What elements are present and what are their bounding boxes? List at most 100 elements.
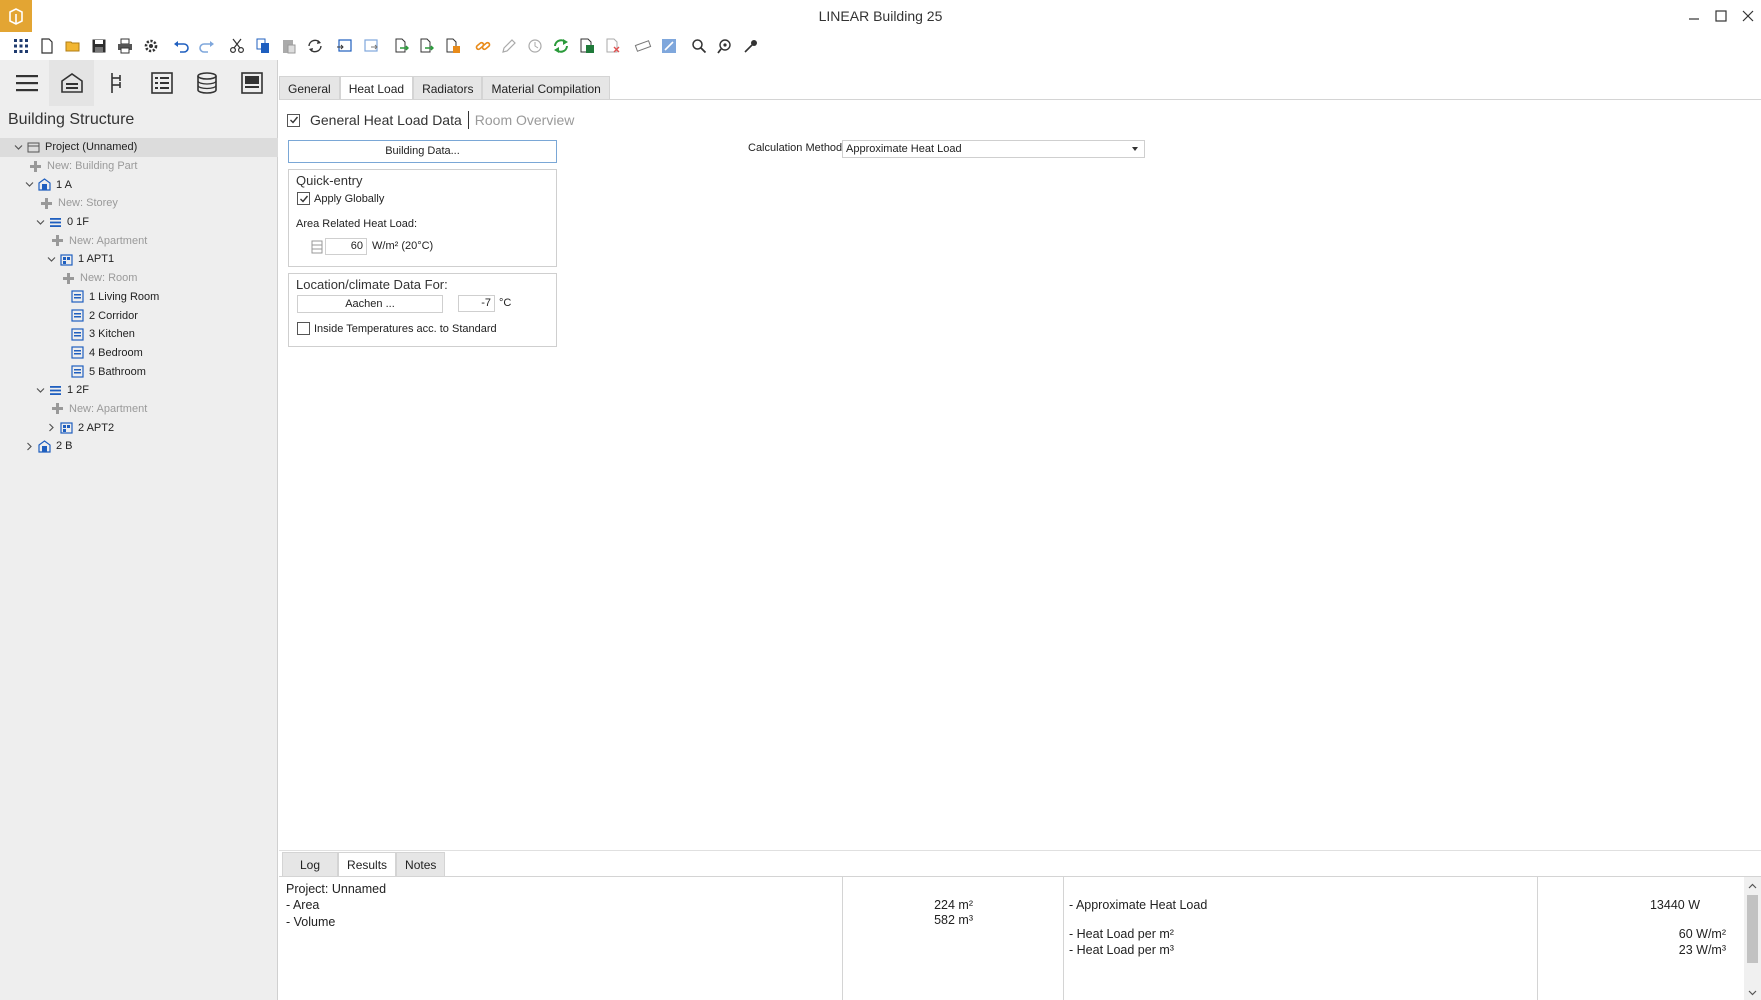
copy-icon[interactable]: [250, 33, 276, 59]
inside-temp-checkbox[interactable]: [297, 322, 310, 335]
new-file-icon[interactable]: [34, 33, 60, 59]
refresh-icon[interactable]: [302, 33, 328, 59]
tab-results[interactable]: Results: [338, 852, 397, 877]
tree-item[interactable]: 0 1F: [0, 213, 278, 232]
sync-icon[interactable]: [548, 33, 574, 59]
inside-temp-row[interactable]: Inside Temperatures acc. to Standard: [297, 322, 497, 335]
tree-item[interactable]: 5 Bathroom: [0, 362, 278, 381]
tree-item[interactable]: 1 APT1: [0, 250, 278, 269]
menu-icon[interactable]: [4, 60, 49, 106]
database-icon[interactable]: [184, 60, 229, 106]
apps-grid-icon[interactable]: [8, 33, 34, 59]
cut-icon[interactable]: [224, 33, 250, 59]
tree-item[interactable]: 1 A: [0, 175, 278, 194]
location-title: Location/climate Data For:: [296, 277, 448, 292]
results-scrollbar[interactable]: [1744, 877, 1761, 1000]
tree-item[interactable]: 3 Kitchen: [0, 325, 278, 344]
eyedropper-icon[interactable]: [738, 33, 764, 59]
zoom-search-icon[interactable]: [712, 33, 738, 59]
redo-icon[interactable]: [194, 33, 220, 59]
tree-item[interactable]: Project (Unnamed): [0, 138, 278, 157]
city-select-button[interactable]: Aachen ...: [297, 295, 443, 313]
apply-globally-checkbox[interactable]: [297, 192, 310, 205]
settings-gear-icon[interactable]: [138, 33, 164, 59]
tree-add-item[interactable]: New: Building Part: [0, 157, 278, 176]
room-overview-link[interactable]: Room Overview: [475, 112, 575, 128]
print-icon[interactable]: [112, 33, 138, 59]
apartment-icon: [59, 421, 73, 435]
chevron-down-icon[interactable]: [45, 253, 57, 265]
tree-item[interactable]: 4 Bedroom: [0, 344, 278, 363]
chevron-down-icon[interactable]: [23, 179, 35, 191]
scroll-up-icon[interactable]: [1744, 879, 1761, 893]
excel-icon[interactable]: [574, 33, 600, 59]
tab-heat-load[interactable]: Heat Load: [339, 76, 414, 100]
building-icon: [37, 178, 51, 192]
general-heat-load-checkbox[interactable]: [287, 113, 300, 127]
building-icon[interactable]: [49, 60, 94, 106]
tab-notes[interactable]: Notes: [396, 852, 446, 877]
tree-add-item[interactable]: New: Storey: [0, 194, 278, 213]
tree-item[interactable]: 2 B: [0, 437, 278, 456]
export-icon[interactable]: [358, 33, 384, 59]
list-icon[interactable]: [139, 60, 184, 106]
panel-icon[interactable]: [229, 60, 274, 106]
apply-globally-row[interactable]: Apply Globally: [297, 192, 384, 205]
tree-add-item[interactable]: New: Apartment: [0, 231, 278, 250]
maximize-button[interactable]: [1707, 0, 1734, 32]
building-data-button[interactable]: Building Data...: [288, 140, 557, 163]
tree-item-label: 4 Bedroom: [89, 346, 143, 359]
tree-add-item[interactable]: New: Apartment: [0, 400, 278, 419]
tree-item-label: New: Room: [80, 272, 138, 285]
apartment-icon: [59, 252, 73, 266]
network-icon[interactable]: [94, 60, 139, 106]
doc-copy-icon[interactable]: [414, 33, 440, 59]
tab-log[interactable]: Log: [282, 852, 339, 877]
tree-item[interactable]: 2 APT2: [0, 418, 278, 437]
close-button[interactable]: [1734, 0, 1761, 32]
tab-general[interactable]: General: [279, 76, 340, 100]
edit-view-icon[interactable]: [656, 33, 682, 59]
tree-item-label: 2 B: [56, 440, 73, 453]
doc-calc-icon[interactable]: [440, 33, 466, 59]
tree-item[interactable]: 2 Corridor: [0, 306, 278, 325]
calculation-method-select[interactable]: Approximate Heat Load: [842, 140, 1145, 158]
open-folder-icon[interactable]: [60, 33, 86, 59]
tree-item[interactable]: 1 2F: [0, 381, 278, 400]
chevron-down-icon[interactable]: [12, 141, 24, 153]
results-per-m2-label: - Heat Load per m²: [1069, 927, 1174, 941]
general-heat-load-link[interactable]: General Heat Load Data: [310, 112, 462, 128]
pencil-icon[interactable]: [496, 33, 522, 59]
doc-arrow-icon[interactable]: [388, 33, 414, 59]
save-icon[interactable]: [86, 33, 112, 59]
paste-icon[interactable]: [276, 33, 302, 59]
link-icon[interactable]: [470, 33, 496, 59]
spinner-icon[interactable]: [311, 240, 323, 254]
tree-add-item[interactable]: New: Room: [0, 269, 278, 288]
inside-temp-label: Inside Temperatures acc. to Standard: [314, 322, 497, 335]
area-heat-load-input[interactable]: 60: [325, 238, 367, 255]
tab-radiators[interactable]: Radiators: [413, 76, 483, 100]
outside-temperature-input[interactable]: -7: [458, 295, 495, 312]
measure-icon[interactable]: [522, 33, 548, 59]
chevron-down-icon[interactable]: [34, 384, 46, 396]
search-icon[interactable]: [686, 33, 712, 59]
chevron-down-icon[interactable]: [34, 216, 46, 228]
scroll-thumb[interactable]: [1747, 895, 1758, 963]
tree-item-label: 1 Living Room: [89, 290, 160, 303]
ruler-icon[interactable]: [630, 33, 656, 59]
app-logo-icon[interactable]: [0, 0, 32, 32]
calculation-method-value: Approximate Heat Load: [846, 143, 962, 155]
import-icon[interactable]: [332, 33, 358, 59]
undo-icon[interactable]: [168, 33, 194, 59]
chevron-right-icon[interactable]: [45, 422, 57, 434]
chevron-right-icon[interactable]: [23, 440, 35, 452]
tab-material-compilation[interactable]: Material Compilation: [482, 76, 610, 100]
scroll-down-icon[interactable]: [1744, 985, 1761, 999]
delete-doc-icon[interactable]: [600, 33, 626, 59]
tree-item[interactable]: 1 Living Room: [0, 288, 278, 307]
results-col-labels: Project: Unnamed - Area - Volume: [279, 877, 843, 1000]
location-climate-group: Location/climate Data For: Aachen ... -7…: [288, 273, 557, 347]
minimize-button[interactable]: [1680, 0, 1707, 32]
